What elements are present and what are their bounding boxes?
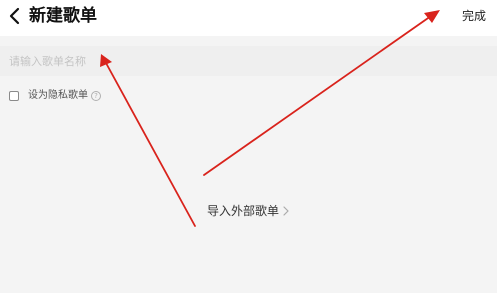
page-title: 新建歌单 [29,6,97,26]
private-playlist-option[interactable]: 设为隐私歌单 ? [9,89,101,103]
help-icon[interactable]: ? [91,91,101,101]
chevron-right-icon [283,206,289,216]
import-external-playlist-link[interactable]: 导入外部歌单 [207,203,289,219]
create-playlist-screen: 新建歌单 完成 设为隐私歌单 ? 导入外部歌单 [0,0,497,293]
playlist-name-input[interactable] [9,51,479,71]
private-playlist-label: 设为隐私歌单 [28,90,88,101]
chevron-left-icon[interactable] [6,6,24,26]
form-area: 设为隐私歌单 ? 导入外部歌单 [0,36,497,293]
import-external-playlist-label: 导入外部歌单 [207,204,280,218]
top-bar: 新建歌单 完成 [0,0,497,36]
done-button[interactable]: 完成 [462,7,486,25]
playlist-name-field [0,46,497,76]
private-checkbox[interactable] [9,91,19,101]
